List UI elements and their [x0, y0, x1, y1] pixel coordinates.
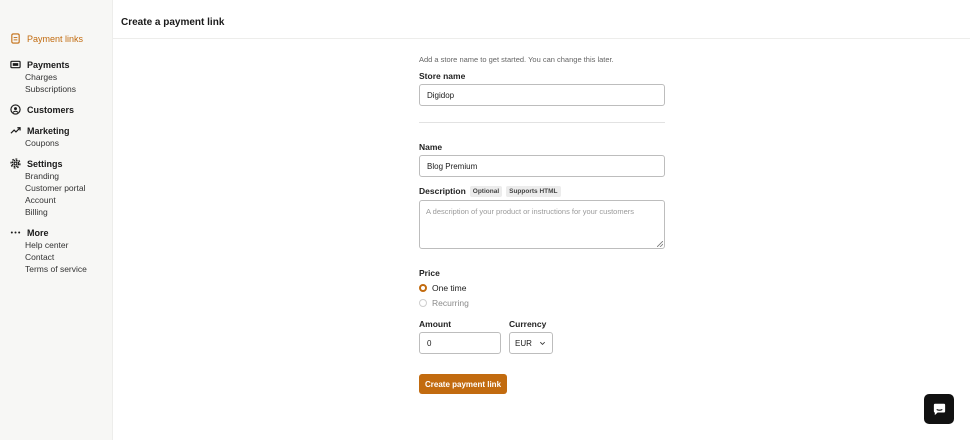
- supports-html-badge: Supports HTML: [506, 186, 561, 198]
- create-payment-link-button[interactable]: Create payment link: [419, 374, 507, 394]
- currency-label: Currency: [509, 319, 547, 329]
- sidebar-item-branding[interactable]: Branding: [0, 170, 112, 182]
- store-name-hint: Add a store name to get started. You can…: [419, 55, 614, 64]
- sidebar-item-help-center[interactable]: Help center: [0, 239, 112, 251]
- chevron-down-icon: [540, 341, 545, 345]
- sidebar-item-more[interactable]: More: [0, 226, 112, 239]
- sidebar-item-terms-of-service[interactable]: Terms of service: [0, 263, 112, 275]
- sidebar-group-marketing: Marketing Coupons: [0, 124, 112, 149]
- description-label-row: Description Optional Supports HTML: [419, 186, 561, 198]
- document-icon: [9, 33, 21, 45]
- sidebar-item-coupons[interactable]: Coupons: [0, 137, 112, 149]
- trend-up-icon: [9, 125, 21, 137]
- chat-widget-button[interactable]: [924, 394, 954, 424]
- amount-label: Amount: [419, 319, 452, 329]
- sidebar-item-label: Settings: [27, 158, 63, 169]
- sidebar-item-label: Customers: [27, 104, 75, 115]
- name-value: Blog Premium: [427, 161, 478, 171]
- sidebar-item-marketing[interactable]: Marketing: [0, 124, 112, 137]
- radio-selected-icon: [419, 284, 427, 292]
- sidebar-group-payments: Payments Charges Subscriptions: [0, 58, 112, 95]
- sidebar-item-customers[interactable]: Customers: [0, 103, 112, 116]
- store-name-value: Digidop: [427, 90, 455, 100]
- description-label: Description: [419, 186, 466, 196]
- sidebar-group-settings: Settings Branding Customer portal Accoun…: [0, 157, 112, 218]
- user-circle-icon: [9, 104, 21, 116]
- name-label: Name: [419, 142, 443, 152]
- sidebar-item-label: More: [27, 227, 49, 238]
- form-divider: [419, 122, 665, 123]
- ellipsis-icon: [9, 227, 21, 239]
- resize-handle-icon[interactable]: [657, 241, 663, 247]
- sidebar-item-label: Marketing: [27, 125, 70, 136]
- sidebar-item-account[interactable]: Account: [0, 194, 112, 206]
- sidebar-item-contact[interactable]: Contact: [0, 251, 112, 263]
- sidebar-item-label: Payment links: [27, 33, 84, 44]
- store-name-label: Store name: [419, 71, 466, 81]
- currency-value: EUR: [515, 338, 532, 348]
- sidebar-item-settings[interactable]: Settings: [0, 157, 112, 170]
- store-name-input[interactable]: Digidop: [419, 84, 665, 106]
- sidebar-item-subscriptions[interactable]: Subscriptions: [0, 83, 112, 95]
- wallet-icon: [9, 59, 21, 71]
- gear-icon: [9, 158, 21, 170]
- sidebar-item-label: Payments: [27, 59, 70, 70]
- price-option-label: One time: [432, 283, 467, 293]
- sidebar-group-payment-links: Payment links: [0, 32, 112, 45]
- page-title: Create a payment link: [121, 17, 225, 28]
- sidebar-item-charges[interactable]: Charges: [0, 71, 112, 83]
- price-option-label: Recurring: [432, 298, 469, 308]
- description-placeholder: A description of your product or instruc…: [426, 207, 635, 216]
- name-input[interactable]: Blog Premium: [419, 155, 665, 177]
- sidebar-group-customers: Customers: [0, 103, 112, 116]
- optional-badge: Optional: [469, 186, 503, 198]
- sidebar-item-billing[interactable]: Billing: [0, 206, 112, 218]
- price-label: Price: [419, 268, 440, 278]
- amount-input[interactable]: 0: [419, 332, 501, 354]
- sidebar-item-payment-links[interactable]: Payment links: [0, 32, 112, 45]
- sidebar-item-payments[interactable]: Payments: [0, 58, 112, 71]
- sidebar: Payment links Payments Charges Subscript…: [0, 0, 113, 440]
- description-textarea[interactable]: A description of your product or instruc…: [419, 200, 665, 249]
- sidebar-group-more: More Help center Contact Terms of servic…: [0, 226, 112, 275]
- sidebar-item-customer-portal[interactable]: Customer portal: [0, 182, 112, 194]
- amount-value: 0: [427, 338, 432, 348]
- price-option-one-time[interactable]: One time: [419, 283, 467, 293]
- top-bar: Create a payment link: [113, 0, 970, 39]
- price-option-recurring[interactable]: Recurring: [419, 298, 469, 308]
- currency-select[interactable]: EUR: [509, 332, 553, 354]
- radio-unselected-icon: [419, 299, 427, 307]
- chat-bubble-icon: [933, 403, 945, 415]
